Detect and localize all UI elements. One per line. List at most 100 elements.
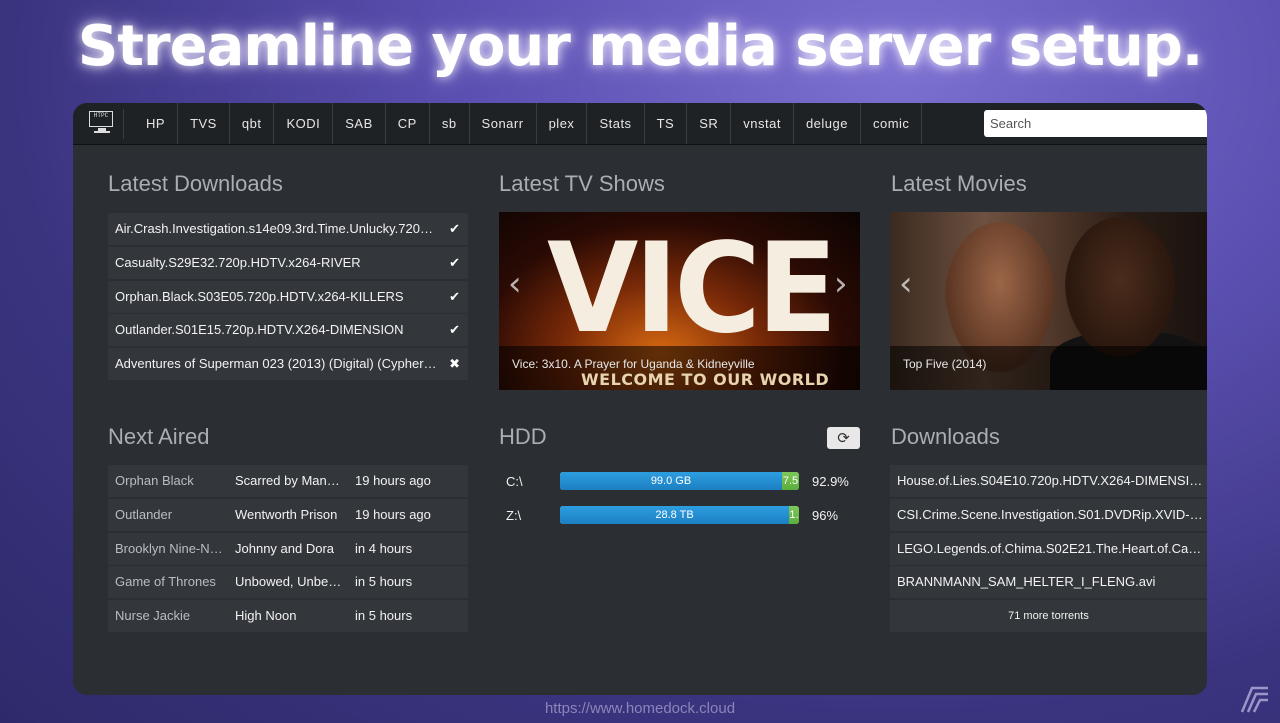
list-item[interactable]: Outlander.S01E15.720p.HDTV.X264-DIMENSIO… xyxy=(108,314,468,347)
nav-item-sr[interactable]: SR xyxy=(687,103,732,144)
footer-url: https://www.homedock.cloud xyxy=(544,700,736,717)
nav-item-comic[interactable]: comic xyxy=(861,103,923,144)
episode-name: Scarred by Many Past Frustrations xyxy=(235,473,345,488)
show-name: Nurse Jackie xyxy=(115,608,191,623)
air-time: in 4 hours xyxy=(355,540,413,556)
list-item[interactable]: BRANNMANN_SAM_HELTER_I_FLENG.avi xyxy=(890,566,1207,599)
drive-name: Z:\ xyxy=(506,508,522,523)
monitor-icon: HTPC xyxy=(89,111,113,127)
monitor-base xyxy=(94,131,110,133)
carousel-next-icon[interactable]: › xyxy=(834,264,848,304)
nav-item-hp[interactable]: HP xyxy=(134,103,179,144)
latest-movies-title: Latest Movies xyxy=(891,171,1027,196)
check-icon: ✔ xyxy=(449,221,460,236)
episode-name: Johnny and Dora xyxy=(235,540,335,556)
drive-row: Z:\ 28.8 TB 1. 96% xyxy=(499,506,860,538)
download-name: Air.Crash.Investigation.s14e09.3rd.Time.… xyxy=(115,221,437,236)
tv-carousel[interactable]: VICE Vice: 3x10. A Prayer for Uganda & K… xyxy=(499,212,860,390)
drive-usage-bar: 28.8 TB 1. xyxy=(560,506,799,524)
carousel-prev-icon[interactable]: ‹ xyxy=(508,264,522,304)
check-icon: ✔ xyxy=(449,288,460,304)
drive-percent: 96% xyxy=(812,508,839,523)
show-name: Outlander xyxy=(115,506,173,522)
nav-item-tvs[interactable]: TVS xyxy=(178,103,230,144)
check-icon: ✔ xyxy=(449,322,460,338)
show-name: Orphan Black xyxy=(115,473,194,488)
download-name: Orphan.Black.S03E05.720p.HDTV.x264-KILLE… xyxy=(115,288,404,304)
cross-icon: ✖ xyxy=(449,356,460,371)
headline: Streamline your media server setup. xyxy=(77,14,1203,79)
torrent-name: LEGO.Legends.of.Chima.S02E21.The.Heart.o… xyxy=(897,540,1203,556)
nav-item-cp[interactable]: CP xyxy=(386,103,430,144)
drive-usage-bar: 99.0 GB 7.5 xyxy=(560,472,799,490)
nav-item-stats[interactable]: Stats xyxy=(587,103,645,144)
latest-downloads-list: Air.Crash.Investigation.s14e09.3rd.Time.… xyxy=(108,213,468,382)
air-time: 19 hours ago xyxy=(355,506,431,522)
top-navbar: HTPC HP TVS qbt KODI SAB CP sb Sonarr pl… xyxy=(73,103,1207,145)
refresh-icon[interactable]: ⟳ xyxy=(827,427,860,449)
air-time: in 5 hours xyxy=(355,608,413,623)
nav-item-kodi[interactable]: KODI xyxy=(274,103,334,144)
table-row[interactable]: Brooklyn Nine-Nine Johnny and Dora in 4 … xyxy=(108,532,468,565)
table-row[interactable]: Outlander Wentworth Prison 19 hours ago xyxy=(108,498,468,531)
nav-item-sab[interactable]: SAB xyxy=(333,103,386,144)
nav-item-ts[interactable]: TS xyxy=(645,103,688,144)
air-time: 19 hours ago xyxy=(355,473,431,488)
poster-figure-right xyxy=(1065,217,1175,357)
list-item[interactable]: House.of.Lies.S04E10.720p.HDTV.X264-DIME… xyxy=(890,465,1207,497)
download-name: Casualty.S29E32.720p.HDTV.x264-RIVER xyxy=(115,254,361,270)
table-row[interactable]: Game of Thrones Unbowed, Unbent, Unbroke… xyxy=(108,566,468,599)
downloads-title: Downloads xyxy=(891,424,1000,449)
hdd-title: HDD xyxy=(499,424,547,449)
nav-item-sonarr[interactable]: Sonarr xyxy=(470,103,537,144)
list-item[interactable]: LEGO.Legends.of.Chima.S02E21.The.Heart.o… xyxy=(890,532,1207,565)
drive-name: C:\ xyxy=(506,474,523,489)
list-item[interactable]: Adventures of Superman 023 (2013) (Digit… xyxy=(108,348,468,380)
torrent-name: BRANNMANN_SAM_HELTER_I_FLENG.avi xyxy=(897,574,1156,590)
nav-item-sb[interactable]: sb xyxy=(430,103,470,144)
nav-item-plex[interactable]: plex xyxy=(537,103,588,144)
tv-poster-tagline: WELCOME TO OUR WORLD xyxy=(581,370,830,389)
table-row[interactable]: Orphan Black Scarred by Many Past Frustr… xyxy=(108,465,468,497)
carousel-prev-icon[interactable]: ‹ xyxy=(899,264,913,304)
download-name: Adventures of Superman 023 (2013) (Digit… xyxy=(115,356,437,371)
used-label: 99.0 GB xyxy=(650,475,692,487)
episode-name: Wentworth Prison xyxy=(235,506,338,522)
episode-name: Unbowed, Unbent, Unbroken xyxy=(235,574,345,590)
table-row[interactable]: Nurse Jackie High Noon in 5 hours xyxy=(108,600,468,632)
latest-tv-title: Latest TV Shows xyxy=(499,171,665,196)
nav-item-qbt[interactable]: qbt xyxy=(230,103,275,144)
torrent-name: House.of.Lies.S04E10.720p.HDTV.X264-DIME… xyxy=(897,473,1203,488)
list-item[interactable]: Casualty.S29E32.720p.HDTV.x264-RIVER ✔ xyxy=(108,246,468,279)
nav-item-deluge[interactable]: deluge xyxy=(794,103,861,144)
free-label: 1. xyxy=(789,509,799,521)
downloads-list: House.of.Lies.S04E10.720p.HDTV.X264-DIME… xyxy=(890,465,1207,634)
episode-name: High Noon xyxy=(235,608,297,623)
latest-downloads-title: Latest Downloads xyxy=(108,171,283,196)
list-item[interactable]: Orphan.Black.S03E05.720p.HDTV.x264-KILLE… xyxy=(108,280,468,313)
homedock-logo-icon xyxy=(1240,686,1268,713)
next-aired-table: Orphan Black Scarred by Many Past Frustr… xyxy=(108,465,468,634)
nav-items: HP TVS qbt KODI SAB CP sb Sonarr plex St… xyxy=(134,103,923,144)
search-input[interactable] xyxy=(984,110,1207,137)
drive-row: C:\ 99.0 GB 7.5 92.9% xyxy=(499,472,860,504)
list-item[interactable]: CSI.Crime.Scene.Investigation.S01.DVDRip… xyxy=(890,498,1207,531)
torrent-name: CSI.Crime.Scene.Investigation.S01.DVDRip… xyxy=(897,506,1203,522)
htpc-logo[interactable]: HTPC xyxy=(81,109,124,139)
show-name: Game of Thrones xyxy=(115,574,216,590)
movie-carousel[interactable]: Top Five (2014) ‹ xyxy=(890,212,1207,390)
used-label: 28.8 TB xyxy=(655,509,694,521)
next-aired-title: Next Aired xyxy=(108,424,210,449)
tv-poster-title: VICE xyxy=(547,215,837,361)
movie-caption: Top Five (2014) xyxy=(890,346,1207,390)
check-icon: ✔ xyxy=(449,254,460,270)
drive-percent: 92.9% xyxy=(812,474,849,489)
nav-item-vnstat[interactable]: vnstat xyxy=(731,103,794,144)
more-torrents-link[interactable]: 71 more torrents xyxy=(890,600,1207,632)
air-time: in 5 hours xyxy=(355,574,413,590)
list-item[interactable]: Air.Crash.Investigation.s14e09.3rd.Time.… xyxy=(108,213,468,245)
download-name: Outlander.S01E15.720p.HDTV.X264-DIMENSIO… xyxy=(115,322,404,338)
show-name: Brooklyn Nine-Nine xyxy=(115,540,225,556)
app-window: HTPC HP TVS qbt KODI SAB CP sb Sonarr pl… xyxy=(73,103,1207,695)
free-label: 7.5 xyxy=(782,475,799,487)
